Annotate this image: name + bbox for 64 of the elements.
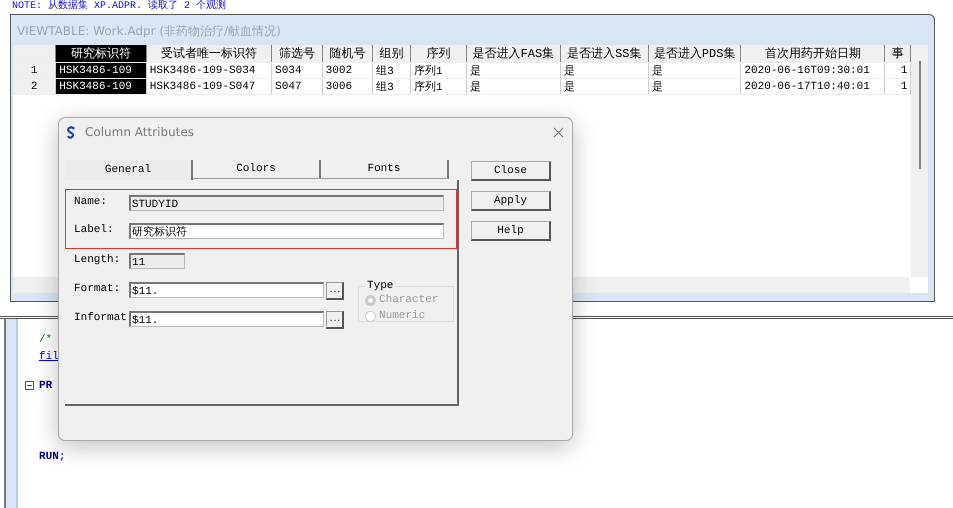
collapse-icon[interactable] <box>25 381 34 390</box>
table-cell: 组3 <box>372 62 411 78</box>
table-cell: 序列1 <box>410 62 466 78</box>
dialog-button[interactable]: Apply <box>471 191 551 211</box>
table-cell: HSK3486-109 <box>56 78 146 94</box>
vertical-scrollbar[interactable] <box>911 45 928 277</box>
log-line: NOTE: 从数据集 XP.ADPR. 读取了 2 个观测 <box>12 0 226 14</box>
code-comment: /* <box>38 332 54 348</box>
input-field[interactable]: $11. <box>129 311 324 327</box>
tab[interactable]: General <box>65 160 193 180</box>
table-cell: 3006 <box>322 78 373 94</box>
code-text: fil <box>38 350 60 364</box>
column-header[interactable]: 是否进入SS集 <box>560 45 648 62</box>
column-header[interactable]: 事 <box>884 45 911 62</box>
table-cell: 是 <box>560 62 648 78</box>
column-header[interactable]: 首次用药开始日期 <box>740 45 885 62</box>
tab[interactable]: Fonts <box>321 160 449 179</box>
table-cell: 是 <box>648 78 741 94</box>
browse-button[interactable]: ... <box>326 311 344 329</box>
column-header[interactable]: 是否进入FAS集 <box>466 45 560 62</box>
window-title: VIEWTABLE: Work.Adpr (非药物治疗/献血情况) <box>16 23 282 40</box>
row-number[interactable]: 1 <box>13 62 56 78</box>
corner-cell <box>13 45 56 62</box>
table-cell: 是 <box>466 78 560 94</box>
row-number[interactable]: 2 <box>13 78 56 94</box>
table-cell: 2020-06-17T10:40:01 <box>740 78 885 94</box>
table-cell: 3002 <box>322 62 373 78</box>
dialog-button[interactable]: Help <box>471 221 551 241</box>
table-cell: 序列1 <box>410 78 466 94</box>
field-label: Name: <box>74 195 108 208</box>
table-cell: S034 <box>272 62 322 78</box>
dialog-button[interactable]: Close <box>471 161 551 181</box>
column-header[interactable]: 筛选号 <box>272 45 322 62</box>
column-header[interactable]: 序列 <box>410 45 466 62</box>
table-cell: S047 <box>272 78 322 94</box>
field-label: Format: <box>74 282 122 295</box>
input-field[interactable]: STUDYID <box>128 195 444 211</box>
column-header[interactable]: 是否进入PDS集 <box>648 45 741 62</box>
table-cell: 是 <box>648 62 741 78</box>
tab[interactable]: Colors <box>193 160 321 179</box>
table-cell: 2020-06-16T09:30:01 <box>740 62 885 78</box>
field-label: Label: <box>74 223 115 236</box>
table-cell: 是 <box>466 62 560 78</box>
field-label: Length: <box>74 253 122 266</box>
column-header[interactable]: 组别 <box>372 45 411 62</box>
table-cell: 组3 <box>372 78 411 94</box>
field-label: Informat <box>74 311 128 324</box>
column-header[interactable]: 研究标识符 <box>56 45 146 62</box>
input-field[interactable]: $11. <box>129 282 324 298</box>
code-text: RUN; <box>38 450 66 464</box>
browse-button[interactable]: ... <box>326 282 344 300</box>
input-field[interactable]: 11 <box>129 253 185 269</box>
close-icon[interactable] <box>553 126 564 138</box>
table-cell: HSK3486-109-S034 <box>146 62 272 78</box>
code-text: PR <box>38 378 54 394</box>
table-cell: HSK3486-109 <box>56 62 146 78</box>
dialog-title: Column Attributes <box>85 125 196 139</box>
table-cell: 是 <box>560 78 648 94</box>
table-cell: HSK3486-109-S047 <box>146 78 272 94</box>
group-title: Type <box>366 280 394 292</box>
column-header[interactable]: 受试者唯一标识符 <box>146 45 272 62</box>
app-logo-icon <box>66 126 77 138</box>
input-field[interactable]: 研究标识符 <box>128 223 444 239</box>
column-header[interactable]: 随机号 <box>322 45 373 62</box>
